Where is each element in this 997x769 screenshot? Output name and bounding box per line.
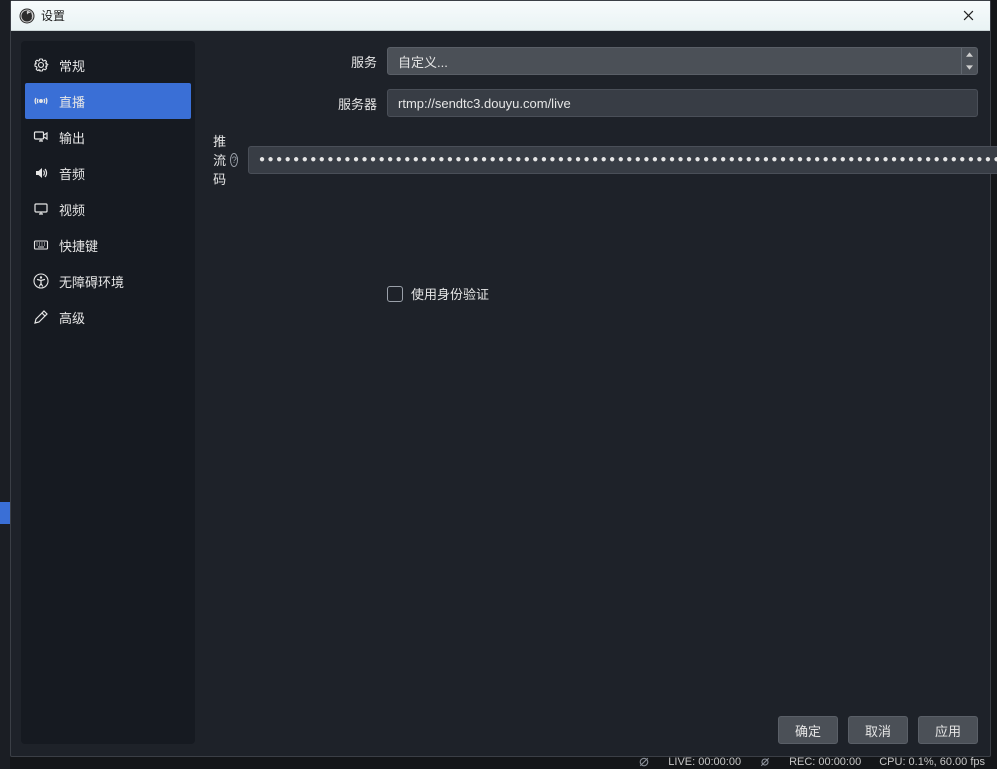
status-live: LIVE: 00:00:00	[668, 756, 741, 768]
sidebar-item-stream[interactable]: 直播	[25, 83, 191, 119]
use-auth-label: 使用身份验证	[411, 284, 489, 303]
output-icon	[33, 129, 49, 145]
sidebar-label: 高级	[59, 308, 85, 327]
sidebar-item-video[interactable]: 视频	[21, 191, 195, 227]
streamkey-input[interactable]: ●●●●●●●●●●●●●●●●●●●●●●●●●●●●●●●●●●●●●●●●…	[248, 146, 997, 174]
gear-icon	[33, 57, 49, 73]
select-spinner[interactable]	[961, 48, 977, 74]
chevron-up-icon	[962, 48, 977, 61]
use-auth-checkbox[interactable]	[387, 286, 403, 302]
keyboard-icon	[33, 237, 49, 253]
cancel-button[interactable]: 取消	[848, 716, 908, 744]
broadcast-off-icon	[638, 756, 650, 768]
monitor-icon	[33, 201, 49, 217]
sidebar-item-audio[interactable]: 音频	[21, 155, 195, 191]
dialog-footer: 确定 取消 应用	[207, 708, 978, 744]
service-value: 自定义...	[388, 52, 961, 71]
titlebar: 设置	[11, 1, 990, 31]
ok-button[interactable]: 确定	[778, 716, 838, 744]
tools-icon	[33, 309, 49, 325]
sidebar-label: 音频	[59, 164, 85, 183]
server-input[interactable]: rtmp://sendtc3.douyu.com/live	[387, 89, 978, 117]
server-label: 服务器	[207, 94, 387, 113]
sidebar-label: 快捷键	[59, 236, 98, 255]
antenna-icon	[33, 93, 49, 109]
accessibility-icon	[33, 273, 49, 289]
service-label: 服务	[207, 52, 387, 71]
record-off-icon	[759, 756, 771, 768]
sidebar-item-general[interactable]: 常规	[21, 47, 195, 83]
sidebar: 常规 直播 输出 音频	[21, 41, 195, 744]
sidebar-item-hotkeys[interactable]: 快捷键	[21, 227, 195, 263]
server-value: rtmp://sendtc3.douyu.com/live	[398, 96, 571, 111]
status-cpu: CPU: 0.1%, 60.00 fps	[879, 756, 985, 768]
sidebar-label: 输出	[59, 128, 85, 147]
chevron-down-icon	[962, 61, 977, 74]
apply-button[interactable]: 应用	[918, 716, 978, 744]
help-icon[interactable]: ?	[230, 153, 238, 167]
content-panel: 服务 自定义... 服务器	[207, 41, 978, 744]
background-panel-selected	[0, 502, 10, 524]
sidebar-item-accessibility[interactable]: 无障碍环境	[21, 263, 195, 299]
speaker-icon	[33, 165, 49, 181]
sidebar-label: 直播	[59, 92, 85, 111]
sidebar-label: 无障碍环境	[59, 272, 124, 291]
sidebar-item-advanced[interactable]: 高级	[21, 299, 195, 335]
status-bar: LIVE: 00:00:00 REC: 00:00:00 CPU: 0.1%, …	[0, 755, 997, 769]
obs-icon	[19, 8, 35, 24]
sidebar-label: 视频	[59, 200, 85, 219]
background-panel	[0, 0, 10, 769]
window-title: 设置	[41, 7, 65, 24]
streamkey-label: 推流码	[207, 131, 226, 188]
streamkey-masked: ●●●●●●●●●●●●●●●●●●●●●●●●●●●●●●●●●●●●●●●●…	[259, 154, 997, 165]
settings-window: 设置 常规 直播 输出	[10, 0, 991, 757]
sidebar-item-output[interactable]: 输出	[21, 119, 195, 155]
status-rec: REC: 00:00:00	[789, 756, 861, 768]
service-select[interactable]: 自定义...	[387, 47, 978, 75]
close-button[interactable]	[954, 5, 982, 27]
sidebar-label: 常规	[59, 56, 85, 75]
